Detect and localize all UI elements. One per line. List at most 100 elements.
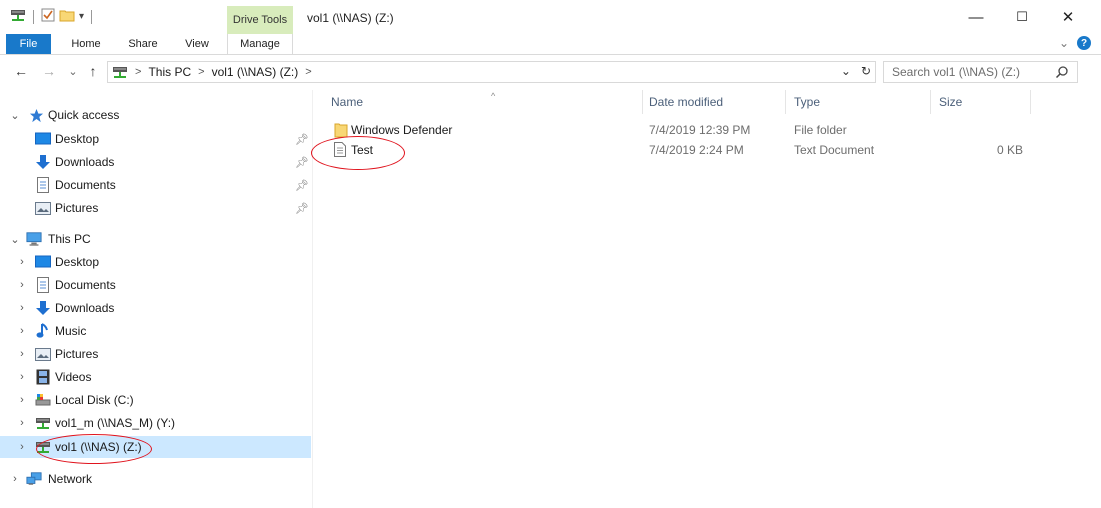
minimize-button[interactable]: —	[953, 4, 999, 30]
file-date: 7/4/2019 2:24 PM	[649, 143, 744, 157]
nav-pc-local-disk[interactable]: › Local Disk (C:)	[0, 389, 311, 411]
nav-pc-videos[interactable]: › Videos	[0, 366, 311, 388]
chevron-right-icon[interactable]: ›	[16, 302, 28, 314]
nav-quick-access[interactable]: ⌄ Quick access	[0, 104, 311, 126]
column-header-size[interactable]: Size	[931, 90, 1031, 114]
nav-pc-documents[interactable]: › Documents	[0, 274, 311, 296]
music-note-icon	[35, 323, 51, 339]
up-arrow-icon[interactable]: ↑	[84, 63, 102, 79]
properties-checkbox-icon[interactable]	[41, 8, 55, 25]
back-arrow-icon[interactable]: ←	[12, 63, 30, 79]
tab-share[interactable]: Share	[120, 34, 166, 54]
breadcrumb-this-pc[interactable]: This PC	[148, 65, 191, 79]
column-label: Name	[331, 95, 364, 109]
chevron-right-icon[interactable]: ›	[16, 394, 28, 406]
desktop-icon	[35, 131, 51, 147]
column-label: Type	[794, 95, 821, 109]
column-label: Date modified	[649, 95, 724, 109]
chevron-right-icon[interactable]: ›	[16, 417, 28, 429]
nav-quick-downloads[interactable]: Downloads 📌︎	[0, 151, 311, 173]
chevron-right-icon[interactable]: ›	[9, 473, 21, 485]
recent-locations-icon[interactable]: ⌄	[64, 65, 82, 78]
nav-label: Downloads	[55, 155, 115, 169]
column-header-date-modified[interactable]: Date modified	[641, 90, 786, 114]
address-row: ← → ⌄ ↑ > This PC > vol1 (\\NAS) (Z:) > …	[0, 60, 1101, 84]
file-date: 7/4/2019 12:39 PM	[649, 123, 751, 137]
nav-pc-vol1-m[interactable]: › vol1_m (\\NAS_M) (Y:)	[0, 412, 311, 434]
chevron-down-icon[interactable]: ⌄	[9, 109, 21, 122]
chevron-right-icon[interactable]: ›	[16, 325, 28, 337]
minimize-icon: —	[968, 8, 984, 26]
nav-quick-documents[interactable]: Documents 📌︎	[0, 174, 311, 196]
address-bar[interactable]: > This PC > vol1 (\\NAS) (Z:) > ⌄ ↻	[107, 61, 876, 83]
network-drive-icon	[35, 415, 51, 431]
network-drive-icon	[35, 439, 51, 455]
chevron-right-icon[interactable]: ›	[16, 256, 28, 268]
nav-label: vol1_m (\\NAS_M) (Y:)	[55, 416, 176, 430]
nav-pc-downloads[interactable]: › Downloads	[0, 297, 311, 319]
tab-file[interactable]: File	[6, 34, 51, 54]
address-dropdown-icon[interactable]: ⌄	[841, 64, 851, 78]
nav-quick-pictures[interactable]: Pictures 📌︎	[0, 197, 311, 219]
refresh-icon[interactable]: ↻	[861, 64, 871, 78]
drive-tools-contextual-group: Drive Tools	[227, 6, 293, 34]
nav-label: This PC	[48, 232, 91, 246]
nav-pc-pictures[interactable]: › Pictures	[0, 343, 311, 365]
local-disk-icon	[35, 392, 51, 408]
navigation-pane: ⌄ Quick access Desktop 📌︎ Downloads 📌︎ D…	[0, 90, 313, 508]
pin-icon[interactable]: 📌︎	[295, 133, 309, 146]
tab-manage[interactable]: Manage	[227, 34, 293, 54]
expand-ribbon-icon[interactable]: ⌄	[1059, 36, 1069, 50]
chevron-right-icon[interactable]: ›	[16, 348, 28, 360]
quick-access-toolbar: ▾	[10, 8, 95, 25]
file-list: Name ^ Date modified Type Size Windows D…	[311, 84, 1101, 508]
forward-arrow-icon[interactable]: →	[40, 63, 58, 79]
file-name: Windows Defender	[351, 123, 453, 137]
new-folder-icon[interactable]	[59, 8, 75, 25]
breadcrumb-vol1[interactable]: vol1 (\\NAS) (Z:)	[212, 65, 299, 79]
title-bar: ▾ Drive Tools vol1 (\\NAS) (Z:) — ☐ ✕	[0, 0, 1101, 34]
chevron-right-icon[interactable]: ›	[16, 371, 28, 383]
maximize-icon: ☐	[1016, 9, 1028, 24]
nav-network[interactable]: › Network	[0, 468, 311, 490]
chevron-right-icon[interactable]: ›	[16, 441, 28, 453]
nav-label: Music	[55, 324, 87, 338]
folder-icon	[334, 122, 348, 141]
nav-quick-desktop[interactable]: Desktop 📌︎	[0, 128, 311, 150]
pin-icon[interactable]: 📌︎	[295, 179, 309, 192]
pictures-icon	[35, 200, 51, 216]
pin-icon[interactable]: 📌︎	[295, 202, 309, 215]
maximize-button[interactable]: ☐	[999, 4, 1045, 30]
nav-label: Network	[48, 472, 93, 486]
computer-icon	[26, 231, 42, 247]
search-input[interactable]: Search vol1 (\\NAS) (Z:)	[883, 61, 1078, 83]
download-arrow-icon	[35, 300, 51, 316]
pin-icon[interactable]: 📌︎	[295, 156, 309, 169]
nav-pc-desktop[interactable]: › Desktop	[0, 251, 311, 273]
network-drive-icon[interactable]	[10, 8, 26, 25]
breadcrumb-separator: >	[135, 66, 142, 78]
nav-this-pc[interactable]: ⌄ This PC	[0, 228, 311, 250]
chevron-right-icon[interactable]: ›	[16, 279, 28, 291]
nav-label: vol1 (\\NAS) (Z:)	[55, 440, 142, 454]
file-type: File folder	[794, 123, 847, 137]
nav-label: Local Disk (C:)	[55, 393, 134, 407]
toolbar-separator	[91, 9, 93, 24]
nav-label: Documents	[55, 278, 116, 292]
close-button[interactable]: ✕	[1045, 4, 1091, 30]
file-row[interactable]: Test 7/4/2019 2:24 PM Text Document 0 KB	[314, 140, 1101, 160]
documents-icon	[35, 277, 51, 293]
column-header-type[interactable]: Type	[786, 90, 931, 114]
chevron-down-icon[interactable]: ⌄	[9, 233, 21, 246]
tab-home[interactable]: Home	[62, 34, 110, 54]
file-row[interactable]: Windows Defender 7/4/2019 12:39 PM File …	[314, 120, 1101, 140]
column-header-name[interactable]: Name ^	[323, 90, 643, 114]
nav-pc-music[interactable]: › Music	[0, 320, 311, 342]
nav-pc-vol1[interactable]: › vol1 (\\NAS) (Z:)	[0, 436, 311, 458]
breadcrumb-separator: >	[305, 66, 312, 78]
customize-toolbar-icon[interactable]: ▾	[79, 11, 84, 22]
nav-label: Downloads	[55, 301, 115, 315]
tab-view[interactable]: View	[175, 34, 219, 54]
ribbon-tabs: File Home Share View Manage ⌄ ?	[0, 34, 1101, 55]
help-icon[interactable]: ?	[1077, 36, 1091, 50]
